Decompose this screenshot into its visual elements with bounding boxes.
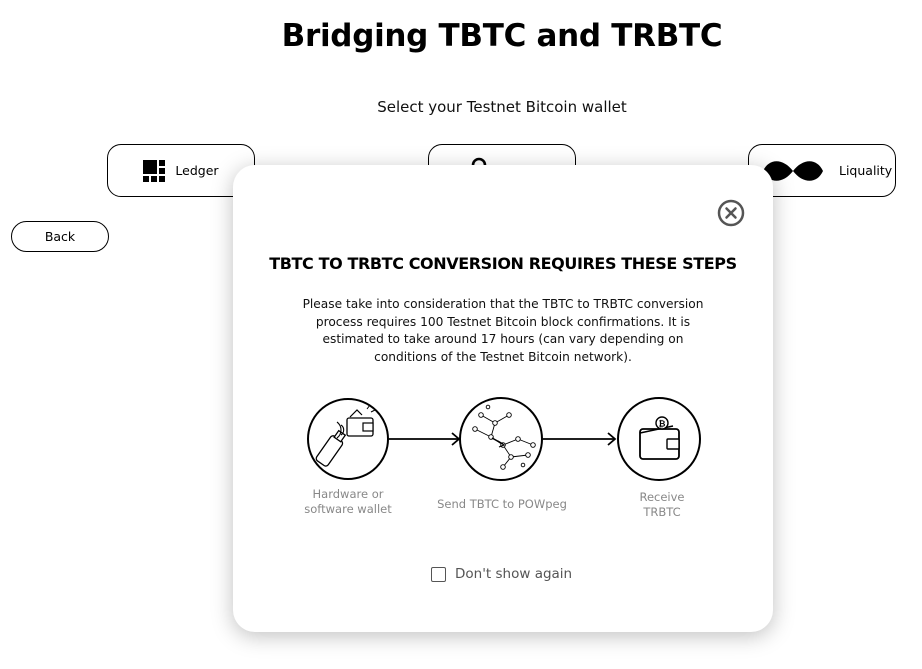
close-icon[interactable] [717, 199, 745, 227]
liquality-label: Liquality [839, 163, 893, 178]
ledger-icon [143, 159, 166, 182]
step-label-wallet: Hardware or software wallet [304, 487, 392, 516]
step-label-receive: Receive TRBTC [639, 490, 685, 519]
wallet-device-icon [307, 398, 389, 480]
conversion-steps-modal: TBTC TO TRBTC CONVERSION REQUIRES THESE … [233, 165, 773, 632]
dont-show-again-checkbox[interactable]: Don't show again [431, 566, 572, 582]
modal-heading: TBTC TO TRBTC CONVERSION REQUIRES THESE … [269, 254, 737, 273]
svg-text:₿: ₿ [659, 419, 666, 430]
network-nodes-icon [459, 397, 543, 481]
ledger-label: Ledger [175, 163, 219, 178]
step-label-send: Send TBTC to POWpeg [437, 497, 567, 511]
page-title: Bridging TBTC and TRBTC [281, 18, 723, 54]
modal-body-text: Please take into consideration that the … [302, 297, 704, 364]
checkbox-box[interactable] [431, 566, 446, 582]
page-subtitle: Select your Testnet Bitcoin wallet [377, 98, 627, 116]
back-button[interactable]: Back [11, 221, 109, 252]
bitcoin-wallet-icon: ₿ [617, 397, 701, 481]
dont-show-again-label: Don't show again [455, 566, 573, 582]
